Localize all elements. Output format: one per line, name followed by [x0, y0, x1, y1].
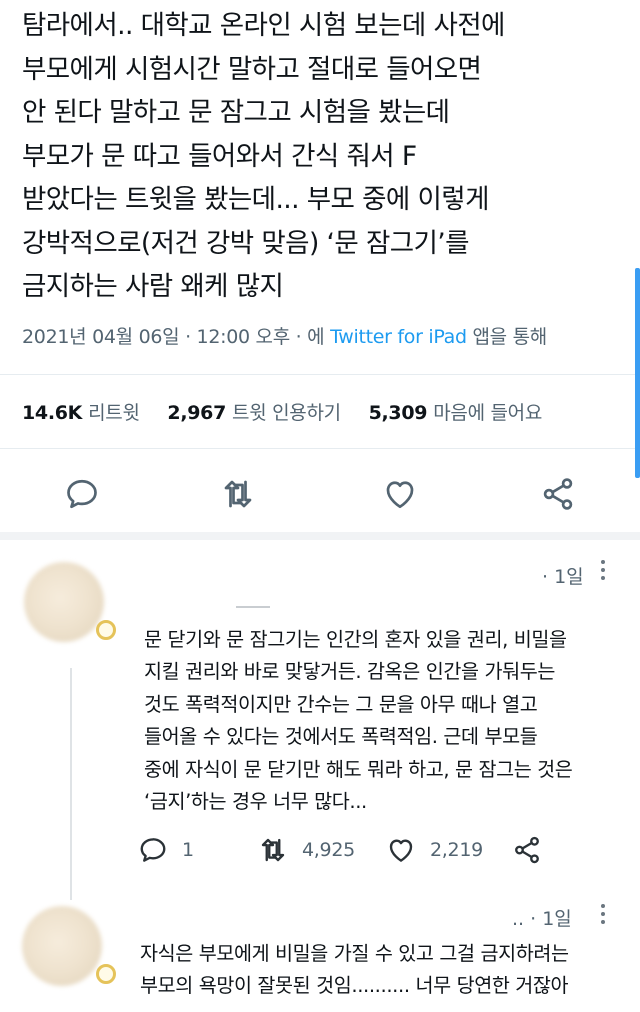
tweet-timestamp: 2021년 04월 06일 · 12:00 오후 · 에	[22, 326, 325, 348]
reply-time: .. · 1일	[512, 908, 572, 930]
verified-badge-icon	[96, 964, 116, 984]
more-options-icon[interactable]	[601, 904, 607, 928]
tweet-stats: 14.6K 리트윗 2,967 트윗 인용하기 5,309 마음에 들어요	[22, 398, 564, 425]
retweet-count: 4,925	[302, 839, 355, 861]
share-button[interactable]	[512, 832, 542, 868]
retweet-button[interactable]: 4,925	[258, 832, 355, 868]
reply-text: 자식은 부모에게 비밀을 가질 수 있고 그걸 금지하려는 부모의 욕망이 잘못…	[140, 942, 569, 998]
avatar[interactable]	[24, 562, 104, 642]
tweet-meta: 2021년 04월 06일 · 12:00 오후 · 에 Twitter for…	[22, 322, 547, 349]
quotes-stat[interactable]: 2,967 트윗 인용하기	[167, 402, 341, 424]
retweet-icon	[261, 838, 285, 862]
quotes-label: 트윗 인용하기	[232, 402, 341, 424]
retweets-stat[interactable]: 14.6K 리트윗	[22, 402, 140, 424]
likes-label: 마음에 들어요	[433, 402, 543, 424]
likes-stat[interactable]: 5,309 마음에 들어요	[368, 402, 543, 424]
reply-action-bar: 1 4,925 2,219	[138, 832, 558, 868]
reply-button[interactable]: 1	[138, 832, 194, 868]
heart-icon	[389, 839, 413, 862]
share-icon	[515, 836, 539, 864]
like-count: 2,219	[430, 839, 483, 861]
divider	[0, 374, 640, 375]
heart-icon[interactable]	[382, 476, 418, 512]
retweets-label: 리트윗	[88, 402, 140, 424]
reply-count: 1	[182, 839, 194, 861]
tweet-text: 탐라에서.. 대학교 온라인 시험 보는데 사전에 부모에게 시험시간 말하고 …	[22, 10, 505, 302]
thread-line	[70, 668, 72, 900]
reply-text: 문 닫기와 문 잠그기는 인간의 혼자 있을 권리, 비밀을 지킬 권리와 바로…	[144, 628, 573, 814]
reply-icon[interactable]	[64, 476, 100, 512]
retweets-count: 14.6K	[22, 402, 83, 424]
divider	[0, 448, 640, 449]
reply-icon	[140, 838, 166, 862]
via-suffix: 앱을 통해	[472, 326, 547, 348]
quotes-count: 2,967	[167, 402, 227, 424]
username-placeholder	[236, 606, 270, 608]
reply-time: · 1일	[542, 566, 584, 588]
scroll-indicator[interactable]	[635, 268, 640, 478]
section-divider	[0, 532, 640, 540]
likes-count: 5,309	[368, 402, 428, 424]
retweet-icon[interactable]	[220, 476, 256, 512]
tweet-action-bar	[0, 462, 640, 524]
share-icon[interactable]	[540, 476, 576, 512]
more-options-icon[interactable]	[601, 560, 607, 584]
avatar[interactable]	[22, 906, 102, 986]
like-button[interactable]: 2,219	[386, 832, 483, 868]
verified-badge-icon	[96, 620, 116, 640]
via-app-link[interactable]: Twitter for iPad	[330, 326, 467, 348]
